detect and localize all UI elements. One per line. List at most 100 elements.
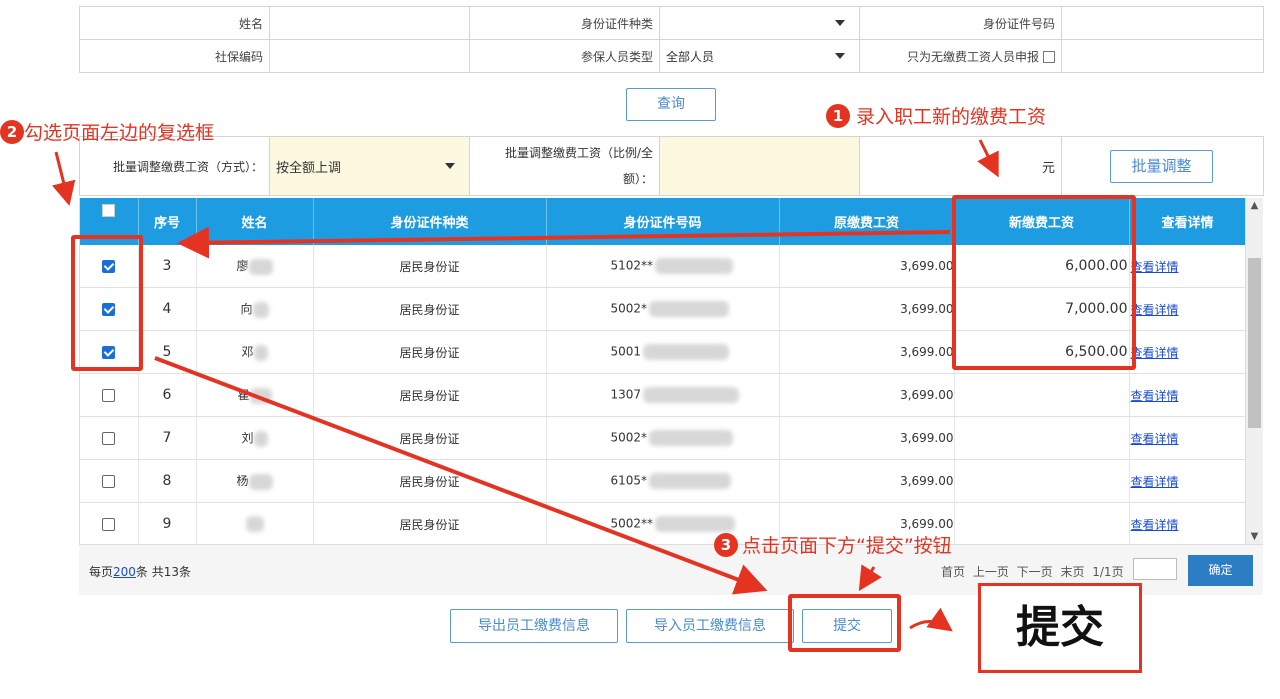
view-detail-link[interactable]: 查看详情 bbox=[1131, 389, 1179, 403]
col-id-no: 身份证件号码 bbox=[546, 198, 780, 245]
export-button[interactable]: 导出员工缴费信息 bbox=[450, 609, 618, 643]
row-new-wage-input[interactable] bbox=[954, 416, 1130, 460]
batch-adjust-panel: 批量调整缴费工资（方式）： 按全额上调 批量调整缴费工资（比例/全 额）： 元 bbox=[79, 136, 1264, 196]
ss-code-label: 社保编码 bbox=[79, 39, 270, 73]
import-button[interactable]: 导入员工缴费信息 bbox=[626, 609, 794, 643]
search-form: 姓名 身份证件种类 身份证件号码 社保编码 参保人员类型 全部人员 只为无缴费工… bbox=[79, 6, 1264, 73]
row-checkbox[interactable] bbox=[102, 389, 116, 402]
only-no-wage-label: 只为无缴费工资人员申报 bbox=[859, 39, 1062, 73]
page-confirm-button[interactable]: 确定 bbox=[1188, 555, 1253, 586]
step2-badge: 2 bbox=[0, 120, 24, 144]
redacted-blur bbox=[248, 473, 273, 490]
redacted-blur bbox=[253, 344, 268, 361]
redacted-blur bbox=[655, 258, 734, 274]
scroll-down-icon[interactable]: ▼ bbox=[1246, 531, 1263, 542]
col-detail: 查看详情 bbox=[1129, 198, 1247, 245]
id-no-input[interactable] bbox=[1061, 6, 1264, 40]
row-checkbox-cell[interactable] bbox=[80, 416, 139, 460]
table-row: 9 居民身份证 5002** 3,699.00 查看详情 bbox=[80, 502, 1247, 544]
row-seq: 3 bbox=[138, 245, 197, 288]
redacted-blur bbox=[643, 344, 730, 360]
page-number-input[interactable] bbox=[1133, 558, 1177, 580]
row-old-wage: 3,699.00 bbox=[779, 330, 955, 374]
view-detail-link[interactable]: 查看详情 bbox=[1131, 475, 1179, 489]
row-id-type: 居民身份证 bbox=[313, 373, 547, 417]
table-row: 7 刘居民身份证 5002* 3,699.00 查看详情 bbox=[80, 416, 1247, 460]
table-row: 8 杨居民身份证 6105* 3,699.00 查看详情 bbox=[80, 459, 1247, 503]
row-detail: 查看详情 bbox=[1129, 416, 1247, 460]
arrow-step2 bbox=[51, 151, 76, 206]
col-id-type: 身份证件种类 bbox=[313, 198, 547, 245]
checkbox-highlight-box bbox=[71, 235, 143, 371]
grid-scrollbar[interactable]: ▲ ▼ bbox=[1245, 198, 1263, 544]
step3-text: 点击页面下方“提交”按钮 bbox=[742, 535, 952, 557]
redacted-blur bbox=[649, 473, 732, 489]
insured-type-select[interactable]: 全部人员 bbox=[659, 39, 860, 73]
only-no-wage-checkbox[interactable] bbox=[1043, 51, 1055, 63]
row-checkbox-cell[interactable] bbox=[80, 459, 139, 503]
row-id-type: 居民身份证 bbox=[313, 330, 547, 374]
row-old-wage: 3,699.00 bbox=[779, 373, 955, 417]
ss-code-input[interactable] bbox=[269, 39, 470, 73]
step3-badge: 3 bbox=[714, 533, 738, 557]
row-old-wage: 3,699.00 bbox=[779, 459, 955, 503]
scroll-up-icon[interactable]: ▲ bbox=[1246, 200, 1263, 211]
row-id-type: 居民身份证 bbox=[313, 245, 547, 288]
redacted-blur bbox=[252, 301, 269, 318]
redacted-blur bbox=[643, 387, 740, 403]
new-wage-highlight-box bbox=[952, 195, 1136, 370]
row-checkbox[interactable] bbox=[102, 432, 116, 445]
id-no-label: 身份证件号码 bbox=[859, 6, 1062, 40]
row-detail: 查看详情 bbox=[1129, 330, 1247, 374]
scroll-thumb[interactable] bbox=[1248, 258, 1261, 428]
batch-adjust-button[interactable]: 批量调整 bbox=[1110, 150, 1213, 183]
view-detail-link[interactable]: 查看详情 bbox=[1131, 303, 1179, 317]
row-detail: 查看详情 bbox=[1129, 459, 1247, 503]
redacted-blur bbox=[245, 516, 264, 532]
insured-type-label: 参保人员类型 bbox=[469, 39, 660, 73]
row-checkbox-cell[interactable] bbox=[80, 502, 139, 544]
col-name: 姓名 bbox=[196, 198, 314, 245]
row-detail: 查看详情 bbox=[1129, 287, 1247, 331]
step1-text: 录入职工新的缴费工资 bbox=[856, 106, 1047, 128]
chevron-down-icon bbox=[835, 20, 845, 26]
row-old-wage: 3,699.00 bbox=[779, 245, 955, 288]
page-nav[interactable]: 首页 上一页 下一页 末页 1/1页 bbox=[941, 563, 1124, 580]
page-size-link[interactable]: 200 bbox=[113, 565, 136, 579]
row-seq: 9 bbox=[138, 502, 197, 544]
row-detail: 查看详情 bbox=[1129, 502, 1247, 544]
batch-amount-label: 批量调整缴费工资（比例/全 额）： bbox=[469, 136, 660, 196]
view-detail-link[interactable]: 查看详情 bbox=[1131, 260, 1179, 274]
row-seq: 5 bbox=[138, 330, 197, 374]
row-id-type: 居民身份证 bbox=[313, 459, 547, 503]
row-new-wage-input[interactable] bbox=[954, 502, 1130, 544]
row-name: 向 bbox=[196, 287, 314, 331]
unit-label: 元 bbox=[859, 136, 1062, 196]
row-id-no: 1307 bbox=[546, 373, 780, 417]
query-button[interactable]: 查询 bbox=[626, 88, 716, 121]
view-detail-link[interactable]: 查看详情 bbox=[1131, 518, 1179, 532]
submit-highlight-box bbox=[788, 594, 901, 652]
row-id-no: 5001 bbox=[546, 330, 780, 374]
redacted-blur bbox=[655, 516, 736, 532]
id-type-select[interactable] bbox=[659, 6, 860, 40]
row-checkbox[interactable] bbox=[102, 475, 116, 488]
batch-method-select[interactable]: 按全额上调 bbox=[269, 136, 470, 196]
row-detail: 查看详情 bbox=[1129, 245, 1247, 288]
row-new-wage-input[interactable] bbox=[954, 373, 1130, 417]
select-all-checkbox[interactable] bbox=[102, 204, 116, 217]
row-name: 廖 bbox=[196, 245, 314, 288]
row-checkbox-cell[interactable] bbox=[80, 373, 139, 417]
batch-amount-input[interactable] bbox=[659, 136, 860, 196]
name-input[interactable] bbox=[269, 6, 470, 40]
view-detail-link[interactable]: 查看详情 bbox=[1131, 432, 1179, 446]
row-checkbox[interactable] bbox=[102, 518, 116, 531]
row-new-wage-input[interactable] bbox=[954, 459, 1130, 503]
row-seq: 4 bbox=[138, 287, 197, 331]
row-seq: 6 bbox=[138, 373, 197, 417]
row-seq: 8 bbox=[138, 459, 197, 503]
view-detail-link[interactable]: 查看详情 bbox=[1131, 346, 1179, 360]
row-id-no: 5002* bbox=[546, 416, 780, 460]
page-size-info: 每页200条 共13条 bbox=[89, 565, 192, 579]
batch-method-value: 按全额上调 bbox=[276, 160, 342, 176]
